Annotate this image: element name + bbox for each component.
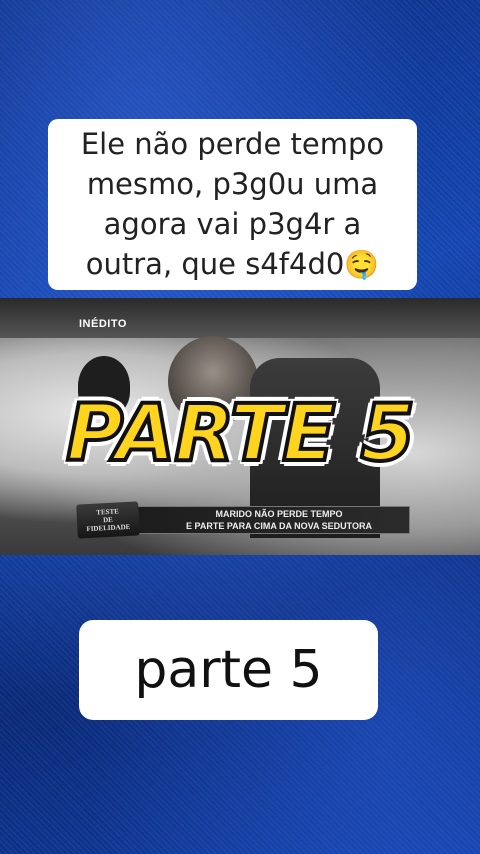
bottom-caption-box: parte 5 bbox=[79, 620, 378, 720]
top-caption-box: Ele não perde tempo mesmo, p3g0u uma ago… bbox=[48, 119, 417, 290]
tv-lower-third: TESTE DE FIDELIDADE MARIDO NÃO PERDE TEM… bbox=[76, 501, 410, 539]
top-caption-text: Ele não perde tempo mesmo, p3g0u uma ago… bbox=[81, 124, 384, 285]
show-logo-line-3: FIDELIDADE bbox=[86, 522, 131, 534]
top-caption-line-4-text: outra, que s4f4d0 bbox=[85, 247, 345, 281]
show-logo: TESTE DE FIDELIDADE bbox=[76, 501, 140, 539]
inedito-badge: INÉDITO bbox=[79, 318, 127, 330]
car-roof bbox=[0, 298, 480, 338]
top-caption-line-3: agora vai p3g4r a bbox=[103, 207, 362, 241]
bottom-caption-text: parte 5 bbox=[134, 640, 323, 700]
top-caption-line-4: outra, que s4f4d0🤤 bbox=[81, 244, 384, 285]
lower-third-text: MARIDO NÃO PERDE TEMPO E PARTE PARA CIMA… bbox=[159, 508, 399, 532]
drooling-face-emoji-icon: 🤤 bbox=[344, 248, 380, 281]
lower-third-line-2: E PARTE PARA CIMA DA NOVA SEDUTORA bbox=[185, 521, 372, 531]
overlay-title: PARTE 5 bbox=[64, 387, 417, 481]
top-caption-line-1: Ele não perde tempo bbox=[80, 127, 385, 161]
lower-third-line-1: MARIDO NÃO PERDE TEMPO bbox=[215, 509, 343, 519]
top-caption-line-2: mesmo, p3g0u uma bbox=[86, 167, 379, 201]
